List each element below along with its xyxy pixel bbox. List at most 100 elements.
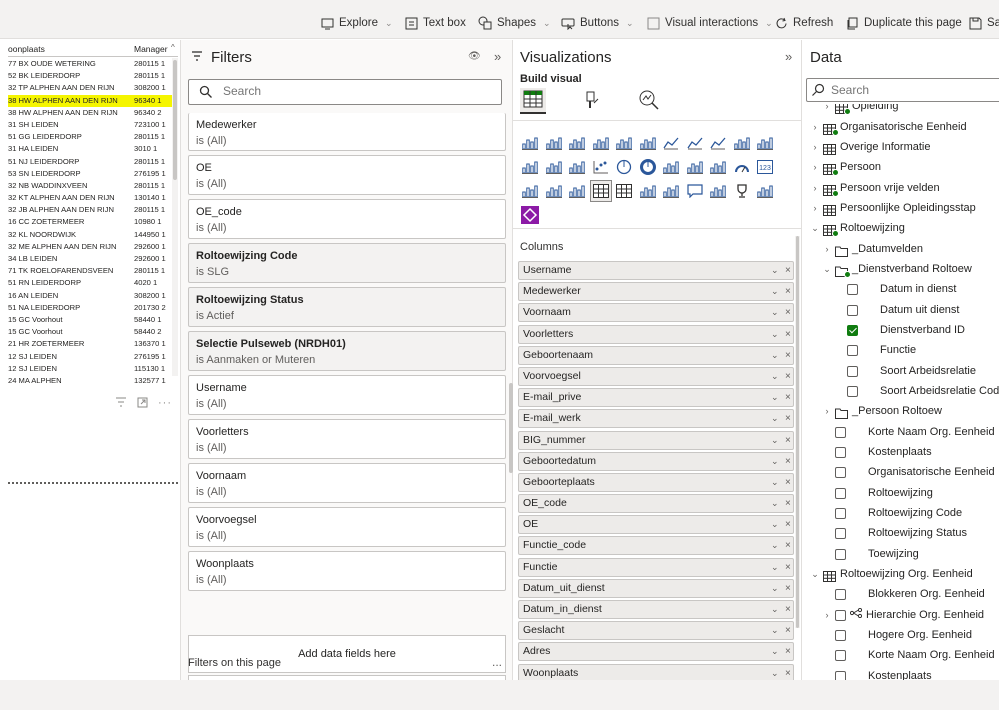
table-row[interactable]: 15 GC Voorhout 58440 2 — [8, 326, 172, 338]
gauge-icon[interactable] — [732, 157, 752, 177]
table-row[interactable]: 38 HW ALPHEN AAN DEN RIJN 96340 1 — [8, 94, 172, 107]
chevron-down-icon[interactable]: ⌄ — [771, 559, 779, 576]
remove-field-icon[interactable]: × — [785, 326, 791, 343]
column-field-chip[interactable]: E-mail_prive ⌄ × — [518, 388, 794, 408]
paginated-report-icon[interactable] — [755, 181, 775, 201]
table-row[interactable]: 34 LB LEIDEN 292600 1 — [8, 253, 172, 265]
checkbox[interactable] — [847, 385, 858, 397]
table-row[interactable]: 16 AN LEIDEN 308200 1 — [8, 290, 172, 302]
table-row[interactable]: 71 TK ROELOFARENDSVEEN 280115 1 — [8, 265, 172, 277]
clustered-bar-icon[interactable] — [567, 133, 587, 153]
100-column-icon[interactable] — [638, 133, 658, 153]
refresh-button[interactable]: Refresh — [774, 16, 833, 30]
column-field-chip[interactable]: E-mail_werk ⌄ × — [518, 409, 794, 429]
chevron-down-icon[interactable]: ⌄ — [771, 474, 779, 491]
field-item[interactable]: Dienstverband ID — [847, 320, 965, 340]
filter-card[interactable]: Selectie Pulseweb (NRDH01) is Aanmaken or… — [188, 331, 506, 371]
remove-field-icon[interactable]: × — [785, 516, 791, 533]
table-row[interactable]: 24 MA ALPHEN 132577 1 — [8, 375, 172, 387]
filter-card[interactable]: Voornaam is (All) — [188, 463, 506, 503]
field-item[interactable]: Hogere Org. Eenheid — [835, 625, 972, 645]
field-item[interactable]: Soort Arbeidsrelatie Code — [847, 381, 999, 401]
field-item[interactable]: Organisatorische Eenheid — [835, 462, 995, 482]
checkbox[interactable] — [835, 609, 846, 621]
table-row[interactable]: 51 GG LEIDERDORP 280115 1 — [8, 131, 172, 143]
custom-visual-icon[interactable] — [520, 205, 540, 225]
checkbox[interactable] — [835, 670, 846, 680]
field-item[interactable]: Roltoewijzing Code — [835, 503, 962, 523]
table-visual[interactable]: oonplaats Manager ^ 77 BX OUDE WETERING 2… — [8, 40, 178, 385]
checkbox[interactable] — [835, 649, 846, 661]
table-row[interactable]: 21 HR ZOETERMEER 136370 1 — [8, 338, 172, 350]
table-row[interactable]: 32 KT ALPHEN AAN DEN RIJN 130140 1 — [8, 192, 172, 204]
checkbox-checked[interactable] — [847, 324, 858, 336]
chevron-down-icon[interactable]: ⌄ — [771, 580, 779, 597]
checkbox[interactable] — [835, 548, 846, 560]
card-icon[interactable]: 123 — [755, 157, 775, 177]
filled-map-icon[interactable] — [708, 157, 728, 177]
field-item[interactable]: Kostenplaats — [835, 666, 932, 680]
scatter-icon[interactable] — [591, 157, 611, 177]
remove-field-icon[interactable]: × — [785, 347, 791, 364]
filter-icon[interactable] — [115, 397, 127, 411]
remove-field-icon[interactable]: × — [785, 304, 791, 321]
remove-field-icon[interactable]: × — [785, 601, 791, 618]
remove-field-icon[interactable]: × — [785, 474, 791, 491]
shapes-button[interactable]: Shapes ⌄ — [478, 16, 551, 30]
filter-card[interactable]: OE is (All) — [188, 155, 506, 195]
remove-field-icon[interactable]: × — [785, 495, 791, 512]
column-field-chip[interactable]: Functie ⌄ × — [518, 557, 794, 577]
chevron-down-icon[interactable]: ⌄ — [823, 259, 831, 279]
remove-field-icon[interactable]: × — [785, 432, 791, 449]
build-visual-tab[interactable] — [520, 88, 546, 114]
smart-narrative-icon[interactable] — [708, 181, 728, 201]
remove-field-icon[interactable]: × — [785, 580, 791, 597]
stacked-area-icon[interactable] — [708, 133, 728, 153]
checkbox[interactable] — [847, 365, 858, 377]
column-field-chip[interactable]: Functie_code ⌄ × — [518, 536, 794, 556]
table-row[interactable]: 32 ME ALPHEN AAN DEN RIJN 292600 1 — [8, 241, 172, 253]
chevron-down-icon[interactable]: ⌄ — [771, 389, 779, 406]
chevron-down-icon[interactable]: ⌄ — [771, 537, 779, 554]
table-icon[interactable] — [589, 180, 612, 202]
table-row[interactable]: 15 GC Voorhout 58440 1 — [8, 314, 172, 326]
trophy-icon[interactable] — [732, 181, 752, 201]
chevron-down-icon[interactable]: ⌄ — [771, 516, 779, 533]
chevron-right-icon[interactable]: › — [823, 104, 831, 116]
slicer-icon[interactable] — [567, 181, 587, 201]
table-row[interactable]: 51 NA LEIDERDORP 201730 2 — [8, 302, 172, 314]
table-row[interactable]: 31 HA LEIDEN 3010 1 — [8, 143, 172, 155]
field-item[interactable]: Blokkeren Org. Eenheid — [835, 584, 985, 604]
column-header-woonplaats[interactable]: oonplaats — [8, 44, 45, 54]
checkbox[interactable] — [835, 629, 846, 641]
line-clustered-icon[interactable] — [755, 133, 775, 153]
column-field-chip[interactable]: Geboortenaam ⌄ × — [518, 345, 794, 365]
analytics-tab[interactable] — [636, 88, 662, 114]
chevron-down-icon[interactable]: ⌄ — [771, 368, 779, 385]
table-row[interactable]: 52 BK LEIDERDORP 280115 1 — [8, 70, 172, 82]
column-header-manager[interactable]: Manager — [134, 44, 168, 54]
format-visual-tab[interactable] — [578, 88, 604, 114]
remove-field-icon[interactable]: × — [785, 622, 791, 639]
table-node[interactable]: › Persoon — [811, 157, 881, 177]
chevron-down-icon[interactable]: ⌄ — [771, 622, 779, 639]
filter-card[interactable]: Roltoewijzing Status is Actief — [188, 287, 506, 327]
table-node[interactable]: › Opleiding — [823, 104, 898, 116]
100-bar-icon[interactable] — [614, 133, 634, 153]
table-node[interactable]: › Overige Informatie — [811, 137, 930, 157]
chevron-down-icon[interactable]: ⌄ — [811, 564, 819, 584]
chevron-right-icon[interactable]: › — [811, 198, 819, 218]
table-node[interactable]: ⌄ Roltoewijzing — [811, 218, 905, 238]
remove-field-icon[interactable]: × — [785, 559, 791, 576]
more-options-icon[interactable]: ... — [492, 655, 502, 669]
chevron-down-icon[interactable]: ⌄ — [771, 665, 779, 682]
filter-card[interactable]: Voorletters is (All) — [188, 419, 506, 459]
remove-field-icon[interactable]: × — [785, 368, 791, 385]
donut-icon[interactable] — [638, 157, 658, 177]
chevron-right-icon[interactable]: › — [823, 239, 831, 259]
checkbox[interactable] — [835, 527, 846, 539]
column-field-chip[interactable]: Voornaam ⌄ × — [518, 303, 794, 323]
chevron-down-icon[interactable]: ⌄ — [771, 495, 779, 512]
field-item[interactable]: Roltoewijzing Status — [835, 523, 967, 543]
field-item[interactable]: Toewijzing — [835, 544, 919, 564]
